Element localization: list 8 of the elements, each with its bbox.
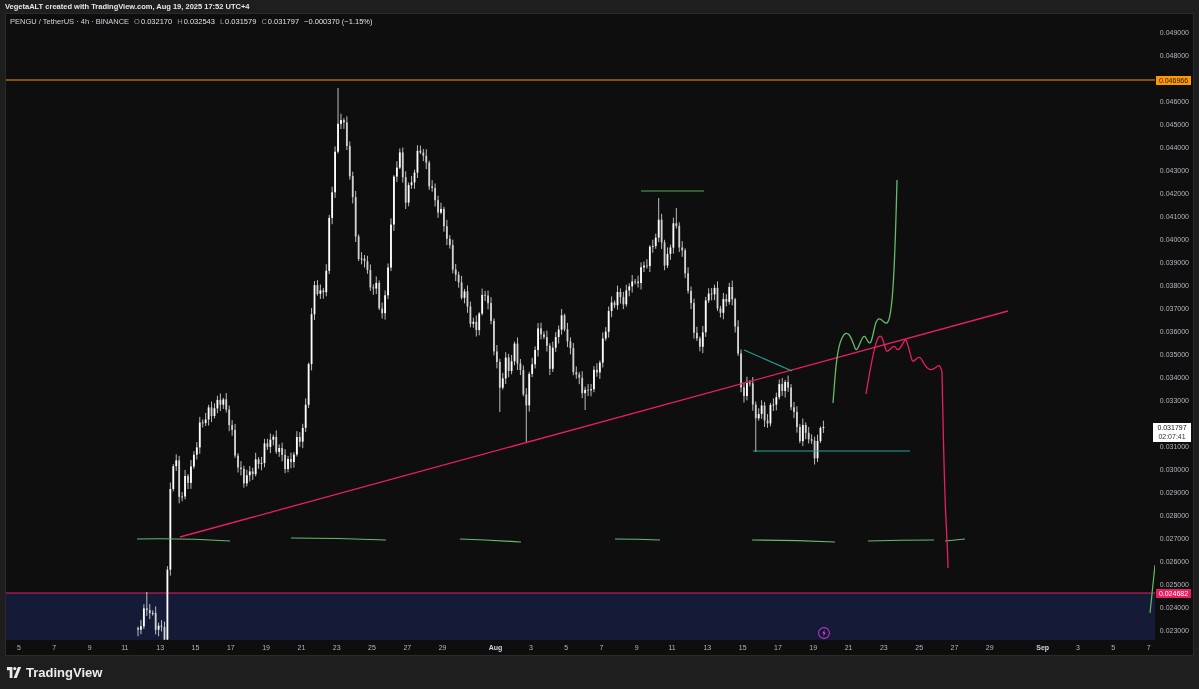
lightning-icon[interactable] [818,627,830,639]
line-segment [1149,564,1155,614]
dash-segment [944,538,966,542]
brand-name: TradingView [26,665,103,680]
dash-segment [867,539,935,542]
dash-segment [614,538,661,541]
logo-icon [6,667,22,678]
dash-segment [459,538,522,543]
